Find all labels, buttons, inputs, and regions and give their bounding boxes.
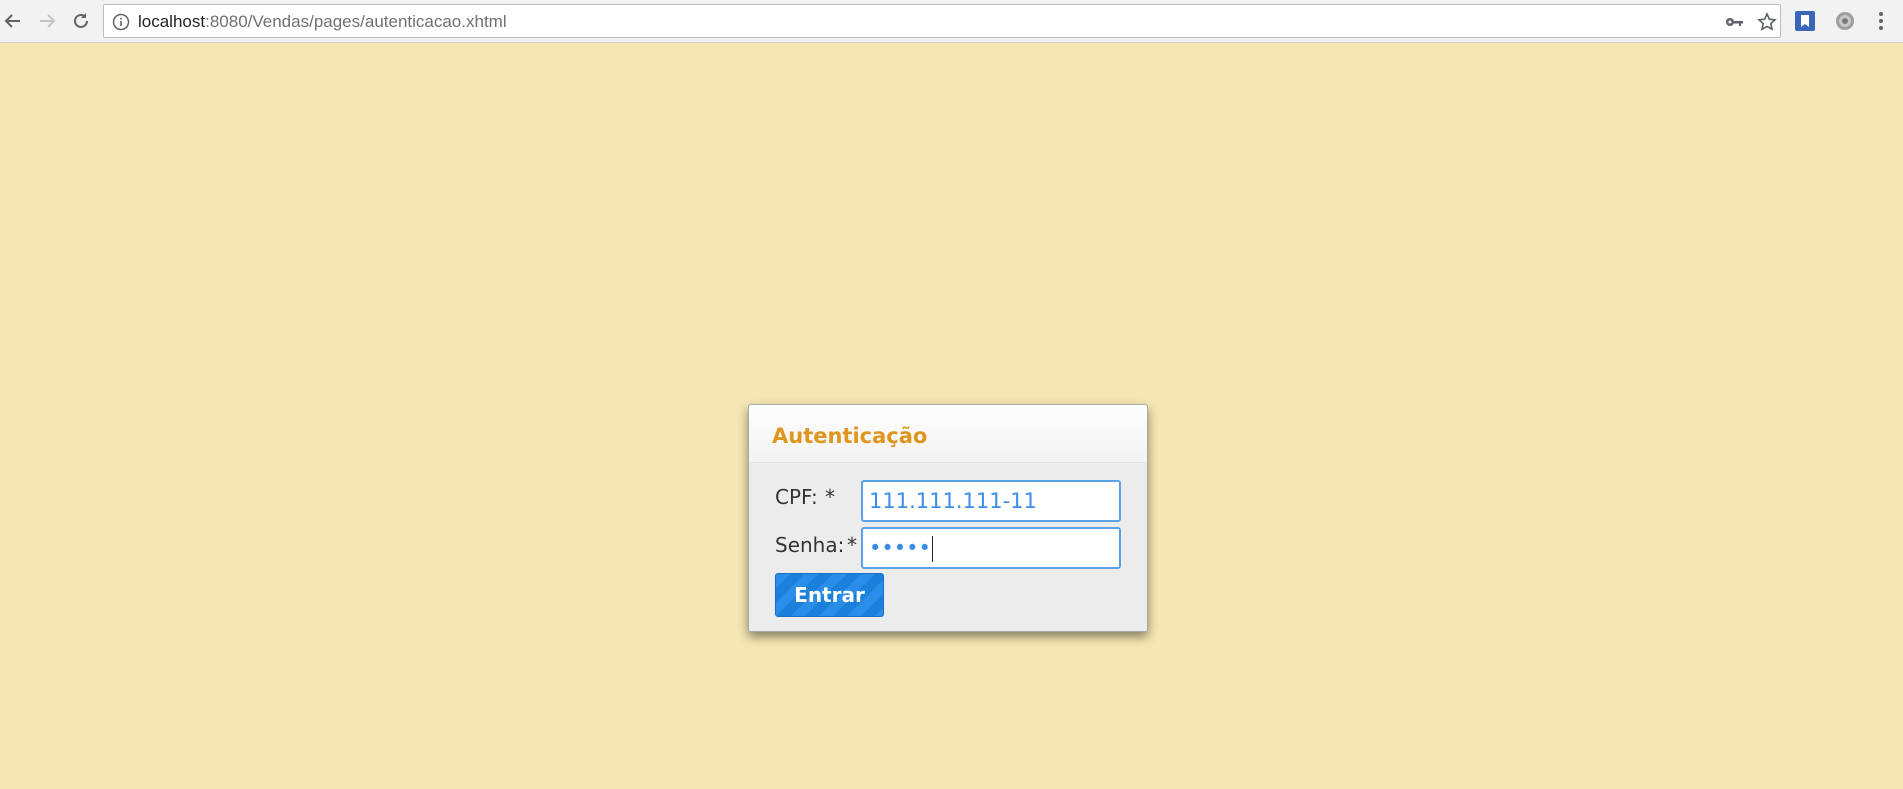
login-form: CPF: * 111.111.111-11 Senha: * ••••• Ent… (749, 463, 1147, 631)
senha-required-marker: * (847, 533, 857, 557)
cpf-input[interactable]: 111.111.111-11 (861, 480, 1121, 522)
menu-dots-icon[interactable] (1870, 10, 1892, 32)
forward-button[interactable] (34, 8, 60, 34)
dialog-header: Autenticação (749, 405, 1147, 463)
url-text: localhost:8080/Vendas/pages/autenticacao… (138, 12, 507, 32)
entrar-button[interactable]: Entrar (775, 573, 884, 617)
text-cursor (931, 536, 933, 562)
reload-button[interactable] (68, 8, 94, 34)
forward-arrow-icon (40, 14, 56, 28)
url-host: localhost (138, 12, 206, 31)
star-icon[interactable] (1757, 12, 1777, 32)
address-bar[interactable]: localhost:8080/Vendas/pages/autenticacao… (103, 4, 1781, 38)
cpf-required-marker: * (825, 485, 835, 509)
browser-toolbar: localhost:8080/Vendas/pages/autenticacao… (0, 0, 1903, 43)
login-dialog: Autenticação CPF: * 111.111.111-11 Senha… (748, 404, 1148, 632)
key-icon[interactable] (1724, 12, 1744, 32)
reload-icon (74, 13, 88, 28)
back-button[interactable] (0, 8, 26, 34)
bookmark-extension-icon[interactable] (1794, 10, 1816, 32)
url-path: :8080/Vendas/pages/autenticacao.xhtml (205, 12, 507, 31)
senha-masked-value: ••••• (869, 536, 931, 560)
senha-input[interactable]: ••••• (861, 527, 1121, 569)
cpf-label: CPF: (775, 485, 818, 509)
back-arrow-icon (4, 14, 20, 28)
settings-extension-icon[interactable] (1834, 10, 1856, 32)
info-icon[interactable] (112, 13, 130, 31)
dialog-title: Autenticação (772, 424, 928, 448)
senha-label: Senha: (775, 533, 845, 557)
